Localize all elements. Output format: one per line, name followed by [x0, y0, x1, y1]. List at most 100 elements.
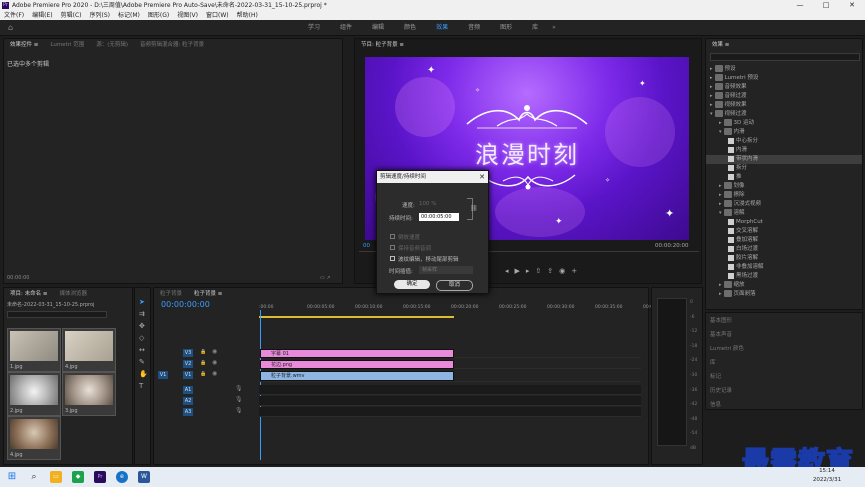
clip-v2[interactable]: 花边.png: [260, 360, 454, 369]
mic-icon[interactable]: 🎙: [235, 407, 243, 414]
track-label-v2[interactable]: V2: [183, 360, 193, 368]
work-area-bar[interactable]: [259, 316, 454, 318]
extract-icon[interactable]: ⇪: [547, 267, 559, 275]
project-item[interactable]: 3.jpg: [62, 372, 116, 416]
effects-item[interactable]: 中心拆分: [706, 137, 862, 146]
panel-markers[interactable]: 标记: [710, 372, 721, 380]
lock-icon[interactable]: 🔒: [200, 349, 206, 355]
dialog-close-icon[interactable]: ✕: [479, 171, 485, 183]
lock-icon[interactable]: 🔒: [200, 360, 206, 366]
windows-start-icon[interactable]: ⊞: [6, 471, 18, 483]
effects-folder[interactable]: ▸ 视频效果: [706, 101, 862, 110]
project-item[interactable]: 1.jpg: [7, 328, 61, 372]
tab-audio-clip-mixer[interactable]: 音频剪辑混合器: 粒子背景: [134, 39, 210, 51]
panel-essential-graphics[interactable]: 基本图形: [710, 316, 732, 324]
duration-input[interactable]: 00:00:05:00: [419, 213, 459, 221]
add-button-icon[interactable]: +: [571, 267, 583, 275]
menu-edit[interactable]: 编辑(E): [28, 11, 56, 20]
chevron-right-icon[interactable]: ▸: [710, 93, 713, 99]
clip-v1[interactable]: 粒子背景.wmv: [260, 371, 454, 381]
effects-search-input[interactable]: [710, 53, 860, 61]
effects-folder[interactable]: ▸ 缩放: [706, 281, 862, 290]
chevron-right-icon[interactable]: ▸: [710, 66, 713, 72]
menu-view[interactable]: 视图(V): [173, 11, 202, 20]
menu-clip[interactable]: 剪辑(C): [57, 11, 86, 20]
word-icon[interactable]: W: [138, 471, 150, 483]
effects-folder[interactable]: ▸ 划像: [706, 182, 862, 191]
tab-source[interactable]: 源：(无剪辑): [90, 39, 134, 51]
panel-essential-sound[interactable]: 基本声音: [710, 330, 732, 338]
file-explorer-icon[interactable]: ▭: [50, 471, 62, 483]
eye-icon[interactable]: ◉: [212, 359, 217, 366]
ok-button[interactable]: 确定: [394, 280, 430, 289]
effects-item[interactable]: 非叠加溶解: [706, 263, 862, 272]
effects-folder[interactable]: ▸ 页面剥落: [706, 290, 862, 299]
effects-folder[interactable]: ▸ 擦除: [706, 191, 862, 200]
ws-tab-graphics[interactable]: 图形: [490, 20, 522, 36]
effects-folder[interactable]: ▸ 沉浸式视频: [706, 200, 862, 209]
timeline-timecode[interactable]: 00:00:00:00: [161, 300, 210, 309]
chevron-right-icon[interactable]: ▸: [710, 75, 713, 81]
chevron-down-icon[interactable]: ▾: [710, 111, 713, 117]
reverse-speed-checkbox[interactable]: [390, 234, 395, 239]
ws-tab-editing[interactable]: 编辑: [362, 20, 394, 36]
ws-tab-color[interactable]: 颜色: [394, 20, 426, 36]
chevron-right-icon[interactable]: ▸: [710, 102, 713, 108]
ws-overflow-chevron-icon[interactable]: »: [548, 20, 560, 36]
step-back-icon[interactable]: ◂: [505, 267, 515, 275]
type-tool-icon[interactable]: T: [139, 380, 148, 392]
tab-effects[interactable]: 效果 ≡: [706, 39, 735, 51]
effects-item[interactable]: 拆分: [706, 164, 862, 173]
export-frame-icon[interactable]: ▭ ↗: [320, 275, 340, 281]
maintain-pitch-checkbox[interactable]: [390, 245, 395, 250]
effects-item[interactable]: 带状内滑: [706, 155, 862, 164]
tab-project[interactable]: 项目: 未命名 ≡: [4, 288, 53, 300]
track-label-a3[interactable]: A3: [183, 408, 193, 416]
ws-tab-assembly[interactable]: 组件: [330, 20, 362, 36]
speed-value[interactable]: 100 %: [419, 201, 436, 207]
export-frame-icon[interactable]: ◉: [559, 267, 571, 275]
chevron-down-icon[interactable]: ▾: [719, 210, 722, 216]
effects-folder[interactable]: ▾ 视频过渡: [706, 110, 862, 119]
effects-folder[interactable]: ▾ 溶解: [706, 209, 862, 218]
edge-browser-icon[interactable]: e: [116, 471, 128, 483]
chevron-right-icon[interactable]: ▸: [719, 201, 722, 207]
link-chain-icon[interactable]: ⛓: [470, 205, 478, 212]
clip-v3[interactable]: 字幕 01: [260, 349, 454, 358]
eye-icon[interactable]: ◉: [212, 348, 217, 355]
effects-item[interactable]: 白场过渡: [706, 245, 862, 254]
chevron-down-icon[interactable]: ▾: [719, 129, 722, 135]
mic-icon[interactable]: 🎙: [235, 396, 243, 403]
track-label-v1[interactable]: V1: [183, 371, 193, 379]
ws-tab-libraries[interactable]: 库: [522, 20, 548, 36]
tab-lumetri-scopes[interactable]: Lumetri 范围: [44, 39, 90, 51]
effects-folder[interactable]: ▸ 音频过渡: [706, 92, 862, 101]
effects-folder[interactable]: ▸ 音频效果: [706, 83, 862, 92]
tab-program[interactable]: 节目: 粒子背景 ≡: [355, 39, 410, 51]
play-icon[interactable]: ▶: [515, 267, 526, 275]
menu-graphics[interactable]: 图形(G): [144, 11, 173, 20]
effects-folder[interactable]: ▸ 预设: [706, 65, 862, 74]
tab-sequence-2[interactable]: 粒子背景 ≡: [188, 288, 228, 300]
track-select-icon[interactable]: ⇉: [139, 308, 148, 320]
ripple-edit-checkbox[interactable]: [390, 256, 395, 261]
source-patch-v1[interactable]: V1: [158, 371, 168, 379]
effects-item[interactable]: 叠加溶解: [706, 236, 862, 245]
panel-history[interactable]: 历史记录: [710, 386, 732, 394]
effects-folder[interactable]: ▾ 内滑: [706, 128, 862, 137]
chevron-right-icon[interactable]: ▸: [719, 120, 722, 126]
razor-tool-icon[interactable]: ◇: [139, 332, 148, 344]
menu-file[interactable]: 文件(F): [0, 11, 28, 20]
menu-help[interactable]: 帮助(H): [233, 11, 262, 20]
effects-item[interactable]: 交叉溶解: [706, 227, 862, 236]
ws-tab-learn[interactable]: 学习: [298, 20, 330, 36]
effects-item[interactable]: 胶片溶解: [706, 254, 862, 263]
app-icon[interactable]: ◆: [72, 471, 84, 483]
close-button[interactable]: ✕: [839, 0, 865, 11]
step-forward-icon[interactable]: ▸: [526, 267, 536, 275]
hand-tool-icon[interactable]: ✋: [139, 368, 148, 380]
tab-media-browser[interactable]: 媒体浏览器: [53, 288, 93, 300]
effects-item[interactable]: 内滑: [706, 146, 862, 155]
effects-item[interactable]: MorphCut: [706, 218, 862, 227]
selection-tool-icon[interactable]: ➤: [139, 296, 148, 308]
